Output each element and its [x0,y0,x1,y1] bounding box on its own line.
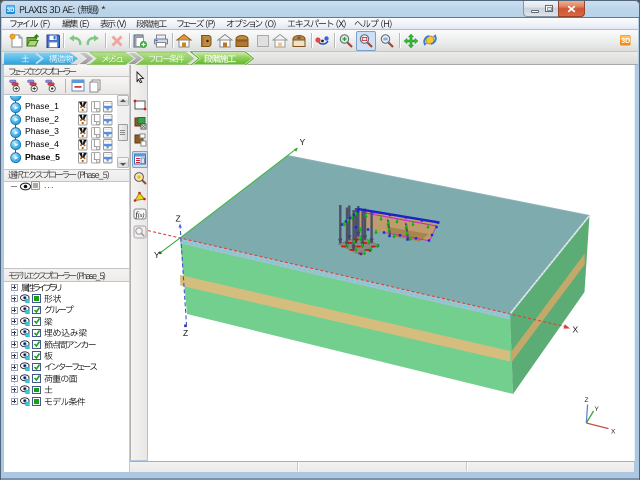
svg-text:Z: Z [176,214,181,224]
svg-text:X: X [611,429,616,436]
svg-text:Z: Z [183,328,188,338]
svg-text:Y: Y [595,406,600,413]
svg-text:Y: Y [154,250,160,260]
svg-text:Y: Y [300,137,306,147]
svg-text:X: X [573,325,579,335]
svg-text:3D: 3D [621,38,630,45]
svg-text:Z: Z [585,397,589,404]
